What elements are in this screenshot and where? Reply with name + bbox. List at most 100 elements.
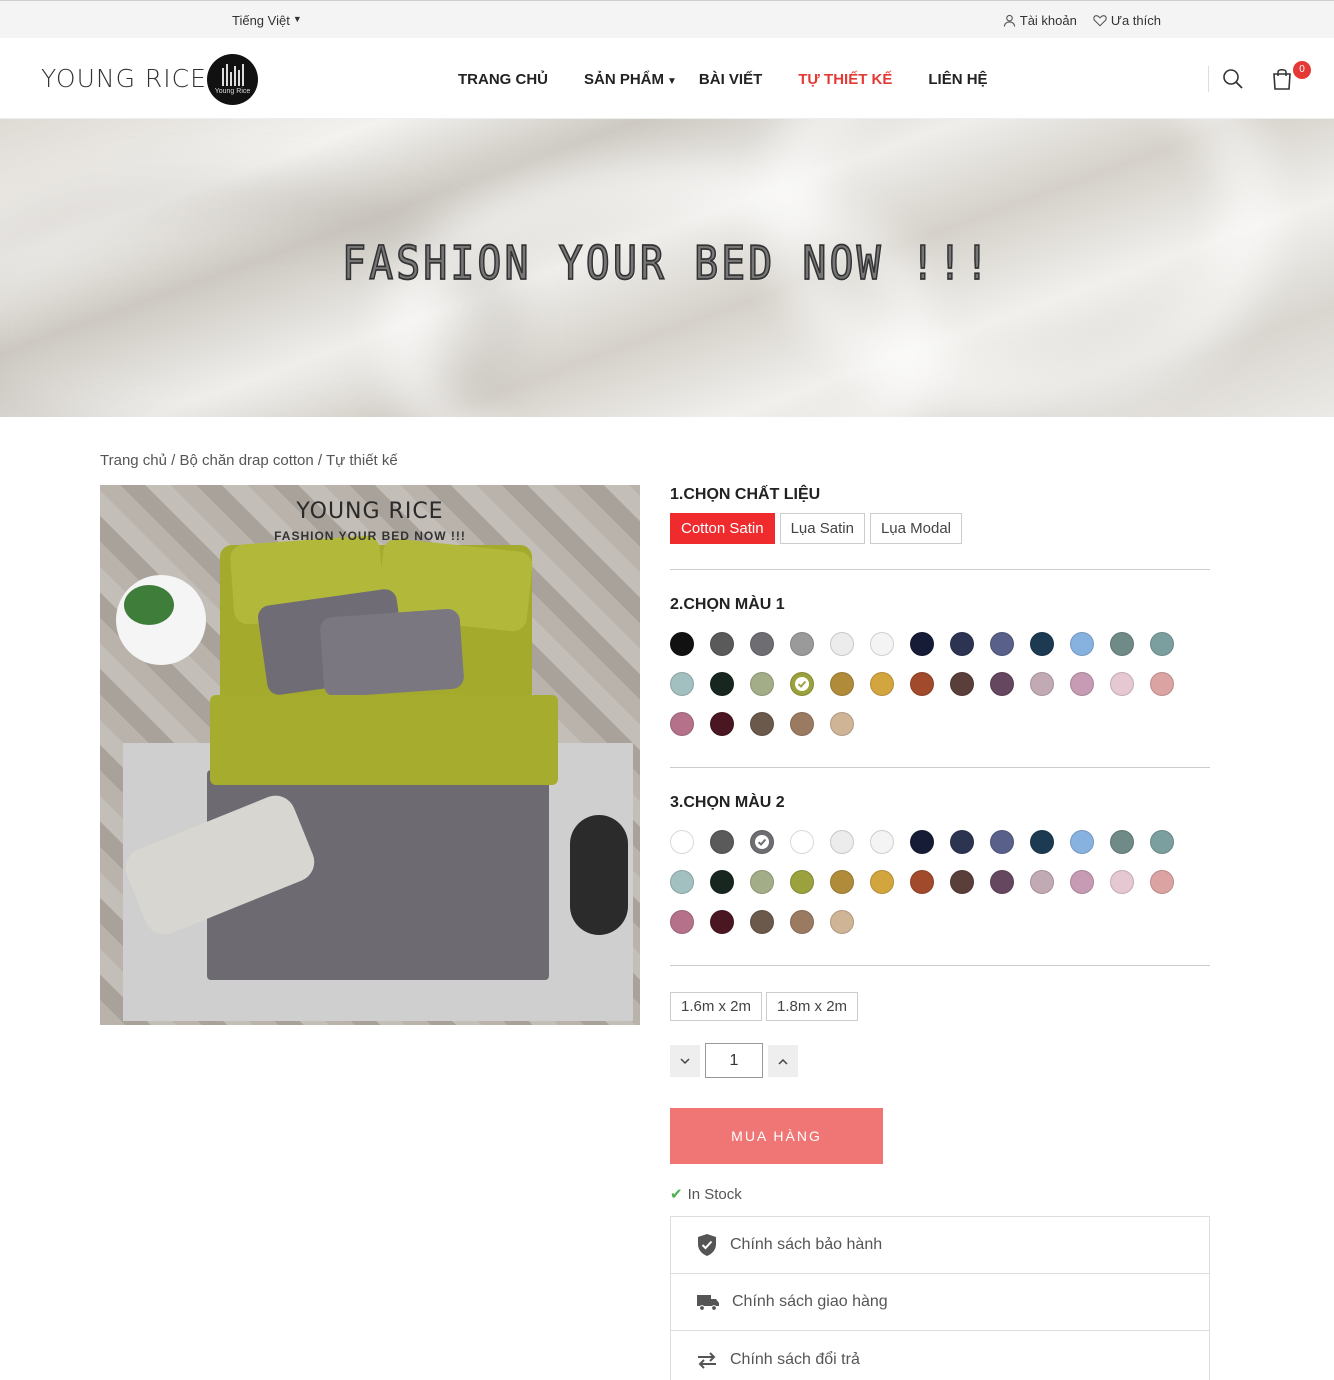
color2-swatch[interactable] (830, 870, 854, 894)
color2-swatch[interactable] (910, 870, 934, 894)
heart-icon (1093, 15, 1107, 27)
color2-swatch[interactable] (1110, 830, 1134, 854)
cart-button[interactable] (1272, 68, 1294, 90)
material-cotton-satin[interactable]: Cotton Satin (670, 513, 775, 544)
breadcrumb[interactable]: Trang chủ / Bộ chăn drap cotton / Tự thi… (100, 452, 398, 469)
size-1-6m[interactable]: 1.6m x 2m (670, 992, 763, 1021)
plant (124, 585, 174, 625)
color2-swatch[interactable] (870, 870, 894, 894)
color1-title: 2.CHỌN MÀU 1 (670, 596, 785, 613)
color2-swatch[interactable] (1030, 830, 1054, 854)
color2-swatch[interactable] (990, 830, 1014, 854)
color1-swatch[interactable] (910, 672, 934, 696)
color2-swatch[interactable] (710, 830, 734, 854)
search-button[interactable] (1222, 68, 1244, 90)
color1-swatch[interactable] (950, 632, 974, 656)
policy-shipping[interactable]: Chính sách giao hàng (671, 1274, 1209, 1331)
product-preview-image: YOUNG RICE FASHION YOUR BED NOW !!! (100, 485, 640, 1025)
color2-swatch[interactable] (670, 830, 694, 854)
color1-swatch[interactable] (1150, 632, 1174, 656)
color1-swatch[interactable] (670, 672, 694, 696)
color1-swatch[interactable] (830, 632, 854, 656)
color1-swatch[interactable] (750, 672, 774, 696)
color1-swatch[interactable] (670, 712, 694, 736)
color2-swatch[interactable] (950, 830, 974, 854)
size-1-8m[interactable]: 1.8m x 2m (766, 992, 859, 1021)
color1-swatch[interactable] (710, 672, 734, 696)
nav-custom-design[interactable]: TỰ THIẾT KẾ (798, 71, 892, 88)
color1-swatch[interactable] (750, 712, 774, 736)
color2-swatch[interactable] (830, 830, 854, 854)
color1-swatch[interactable] (870, 632, 894, 656)
color2-swatch[interactable] (1030, 870, 1054, 894)
nav-articles[interactable]: BÀI VIẾT (699, 71, 762, 88)
nav-products-label: SẢN PHẨM (584, 71, 665, 88)
wishlist-link[interactable]: Ưa thích (1093, 13, 1161, 28)
divider (670, 569, 1210, 570)
image-tagline: FASHION YOUR BED NOW !!! (274, 529, 466, 543)
color1-swatch[interactable] (670, 632, 694, 656)
color1-swatch[interactable] (710, 632, 734, 656)
color1-swatch[interactable] (1150, 672, 1174, 696)
nav-products[interactable]: SẢN PHẨM ▼ (584, 71, 677, 88)
material-silk-modal[interactable]: Lụa Modal (869, 513, 963, 544)
check-icon (754, 834, 770, 850)
nav-home[interactable]: TRANG CHỦ (458, 71, 548, 88)
quantity-decrease-button[interactable] (670, 1045, 700, 1077)
color1-swatch[interactable] (710, 712, 734, 736)
material-title: 1.CHỌN CHẤT LIỆU (670, 486, 821, 503)
color2-swatch[interactable] (1150, 870, 1174, 894)
account-link[interactable]: Tài khoản (1003, 13, 1077, 28)
buy-button[interactable]: MUA HÀNG (670, 1108, 883, 1164)
color1-swatch[interactable] (950, 672, 974, 696)
color1-swatch[interactable] (750, 632, 774, 656)
color1-swatch[interactable] (1030, 632, 1054, 656)
color1-swatch[interactable] (990, 632, 1014, 656)
color2-swatch[interactable] (750, 830, 774, 854)
color2-swatch[interactable] (790, 870, 814, 894)
color1-swatch[interactable] (790, 672, 814, 696)
color2-swatch[interactable] (750, 910, 774, 934)
color1-swatch[interactable] (830, 712, 854, 736)
color1-swatch[interactable] (1070, 632, 1094, 656)
material-silk-satin[interactable]: Lụa Satin (779, 513, 865, 544)
logo-sub: Young Rice (214, 88, 251, 95)
color2-swatch[interactable] (950, 870, 974, 894)
color2-swatch[interactable] (670, 910, 694, 934)
search-icon (1223, 69, 1243, 89)
color1-swatch[interactable] (1030, 672, 1054, 696)
color2-swatch[interactable] (910, 830, 934, 854)
cart-icon (1273, 69, 1291, 90)
color1-swatch[interactable] (1110, 672, 1134, 696)
logo-text[interactable]: YOUNG RICE (41, 64, 207, 93)
color2-swatch[interactable] (1070, 870, 1094, 894)
color1-swatch[interactable] (870, 672, 894, 696)
quantity-input[interactable] (705, 1043, 763, 1078)
image-brand-text: YOUNG RICE (296, 499, 444, 524)
color2-swatch[interactable] (790, 830, 814, 854)
color1-swatch[interactable] (790, 712, 814, 736)
nav-contact[interactable]: LIÊN HỆ (928, 71, 987, 88)
color2-swatch[interactable] (710, 870, 734, 894)
color2-swatch[interactable] (1150, 830, 1174, 854)
color1-swatch[interactable] (990, 672, 1014, 696)
color2-swatch[interactable] (1070, 830, 1094, 854)
color1-swatch[interactable] (790, 632, 814, 656)
color1-swatch[interactable] (1070, 672, 1094, 696)
color2-swatch[interactable] (870, 830, 894, 854)
quantity-increase-button[interactable] (768, 1045, 798, 1077)
color2-swatch[interactable] (750, 870, 774, 894)
logo-badge[interactable]: Young Rice (207, 54, 258, 105)
color1-swatch[interactable] (910, 632, 934, 656)
policy-warranty[interactable]: Chính sách bảo hành (671, 1217, 1209, 1274)
language-selector[interactable]: Tiếng Việt ▼ (232, 13, 302, 28)
color2-swatch[interactable] (830, 910, 854, 934)
color1-swatch[interactable] (830, 672, 854, 696)
color2-swatch[interactable] (990, 870, 1014, 894)
color2-swatch[interactable] (670, 870, 694, 894)
color2-swatch[interactable] (1110, 870, 1134, 894)
policy-returns[interactable]: Chính sách đổi trả (671, 1331, 1209, 1380)
color1-swatch[interactable] (1110, 632, 1134, 656)
color2-swatch[interactable] (790, 910, 814, 934)
color2-swatch[interactable] (710, 910, 734, 934)
